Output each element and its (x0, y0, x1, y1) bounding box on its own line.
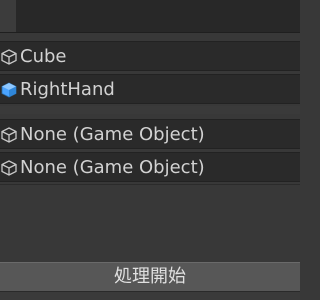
cube-blue-icon (0, 81, 18, 99)
object-field-label: None (Game Object) (20, 157, 205, 178)
object-field-empty-1[interactable]: None (Game Object) (0, 119, 300, 149)
cube-outline-icon (0, 126, 18, 144)
start-processing-button[interactable]: 処理開始 (0, 262, 300, 292)
object-field-righthand[interactable]: RightHand (0, 74, 300, 104)
bottom-spacer (0, 292, 300, 300)
object-field-cube[interactable]: Cube (0, 41, 300, 71)
object-field-label: Cube (20, 46, 67, 67)
divider (0, 184, 300, 185)
section-spacer (0, 106, 300, 114)
panel-tab-bar (0, 0, 300, 33)
object-field-label: RightHand (20, 79, 115, 100)
inspector-panel: Cube RightHand None (Game Object) None (… (0, 0, 300, 300)
object-field-label: None (Game Object) (20, 124, 205, 145)
panel-tab[interactable] (0, 0, 16, 32)
cube-outline-icon (0, 159, 18, 177)
object-field-empty-2[interactable]: None (Game Object) (0, 152, 300, 182)
cube-outline-icon (0, 48, 18, 66)
